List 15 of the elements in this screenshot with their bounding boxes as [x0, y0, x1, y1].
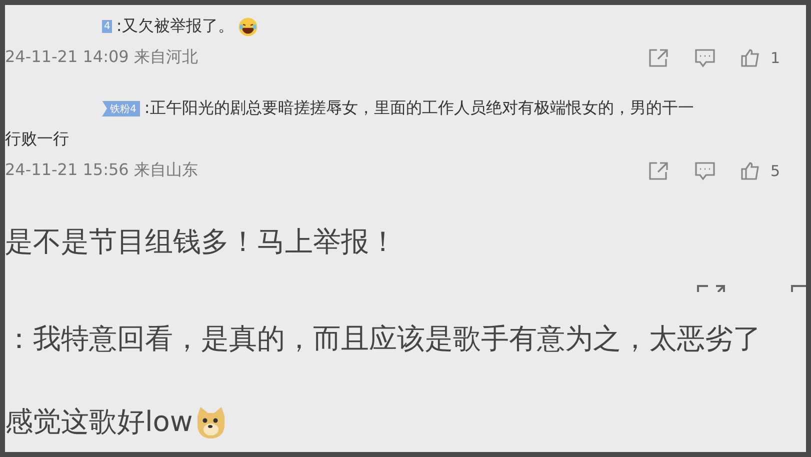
comment-meta: 24-11-21 14:09 来自河北	[5, 47, 199, 68]
comment-meta: 24-11-21 15:56 来自山东	[5, 160, 199, 181]
comment-text: :正午阳光的剧总要暗搓搓辱女，里面的工作人员绝对有极端恨女的，男的干一	[144, 98, 694, 119]
fan-badge: 铁粉4	[102, 100, 140, 116]
comment-text: 是不是节目组钱多！马上举报！	[5, 224, 397, 260]
like-count: 5	[770, 162, 780, 180]
fan-badge: 4	[102, 20, 112, 33]
comment-text: :又欠被举报了。	[116, 16, 234, 37]
like-icon[interactable]	[740, 48, 760, 68]
like-count: 1	[770, 48, 780, 66]
comment-text: 行败一行	[5, 129, 69, 150]
comment-text: 感觉这歌好low	[5, 404, 193, 440]
laughing-emoji-icon	[238, 16, 258, 36]
comment-text: ：我特意回看，是真的，而且应该是歌手有意为之，太恶劣了	[5, 320, 761, 357]
like-icon[interactable]	[740, 160, 760, 180]
